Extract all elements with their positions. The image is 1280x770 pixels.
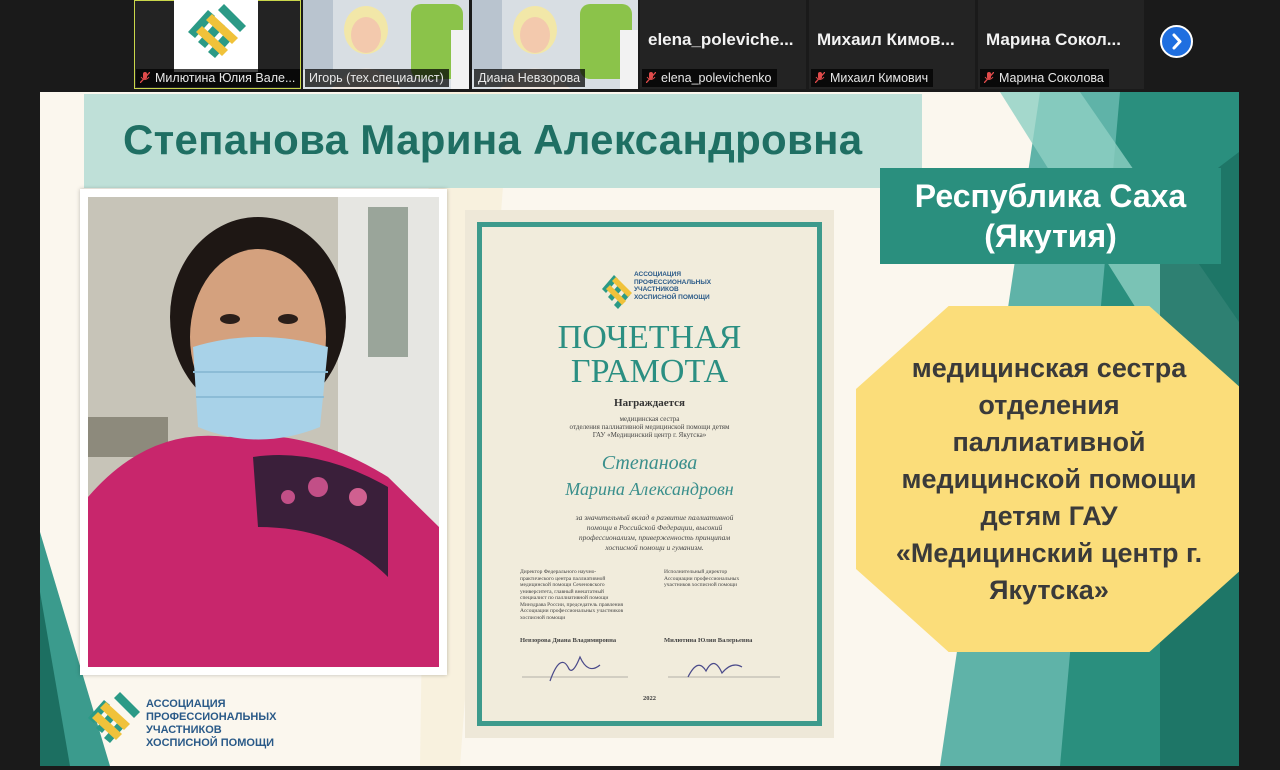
- slide-title: Степанова Марина Александровна: [123, 116, 863, 163]
- participant-name-tag: Марина Соколова: [980, 69, 1109, 87]
- position-text: медицинская сестра отделения паллиативно…: [876, 350, 1222, 609]
- mic-muted-icon: [815, 72, 825, 83]
- certificate-border: АССОЦИАЦИЯ ПРОФЕССИОНАЛЬНЫХ УЧАСТНИКОВ Х…: [477, 222, 822, 726]
- participant-tile-4[interactable]: elena_poleviche... elena_polevichenko: [640, 0, 806, 89]
- honor-certificate: АССОЦИАЦИЯ ПРОФЕССИОНАЛЬНЫХ УЧАСТНИКОВ Х…: [465, 210, 834, 738]
- portrait-photo: [88, 197, 439, 667]
- participant-name-tag: Игорь (тех.специалист): [305, 69, 449, 87]
- participant-name-tag: Милютина Юлия Вале...: [136, 69, 301, 87]
- certificate-right-signer: Милютина Юлия Валерьевна: [664, 637, 753, 644]
- certificate-surname: Степанова: [601, 452, 698, 474]
- participant-tile-1[interactable]: Милютина Юлия Вале...: [134, 0, 301, 89]
- shared-slide: Степанова Марина Александровна Республик…: [40, 92, 1239, 766]
- position-line: медицинской помощи: [901, 464, 1197, 494]
- certificate-year: 2022: [643, 695, 656, 702]
- certificate-title-line-1: ПОЧЕТНАЯ: [557, 319, 742, 356]
- participant-display-name: Михаил Кимов...: [817, 30, 955, 49]
- portrait-photo-frame: [80, 189, 447, 675]
- position-line: паллиативной: [952, 427, 1146, 457]
- certificate-reason: за значительный вклад в развитие паллиат…: [575, 513, 734, 552]
- participant-name-tag: elena_polevichenko: [642, 69, 777, 87]
- association-name: АССОЦИАЦИЯ ПРОФЕССИОНАЛЬНЫХ УЧАСТНИКОВ Х…: [146, 698, 277, 749]
- participant-name-tag: Михаил Кимович: [811, 69, 934, 87]
- region-box: Республика Саха (Якутия): [880, 168, 1221, 264]
- certificate-signatures: [522, 655, 780, 682]
- certificate-given-name: Марина Александровн: [565, 479, 734, 499]
- certificate-title-line-2: ГРАМОТА: [570, 353, 729, 390]
- position-line: отделения: [978, 390, 1120, 420]
- participant-tile-3[interactable]: Диана Невзорова: [472, 0, 638, 89]
- region-line-2: (Якутия): [984, 218, 1117, 254]
- position-line: медицинская сестра: [911, 353, 1187, 383]
- certificate-role: медицинская сестра отделения паллиативно…: [569, 415, 730, 439]
- certificate-association-name: АССОЦИАЦИЯ ПРОФЕССИОНАЛЬНЫХ УЧАСТНИКОВ Х…: [634, 271, 712, 301]
- position-line: детям ГАУ: [980, 501, 1118, 531]
- next-page-button[interactable]: [1160, 25, 1193, 58]
- participant-tile-5[interactable]: Михаил Кимов... Михаил Кимович: [809, 0, 975, 89]
- mic-muted-icon: [646, 72, 656, 83]
- association-logo-icon: [88, 692, 140, 743]
- region-line-1: Республика Саха: [914, 178, 1187, 214]
- participant-tile-6[interactable]: Марина Сокол... Марина Соколова: [978, 0, 1144, 89]
- certificate-awarded: Награждается: [614, 397, 685, 409]
- participant-strip: Милютина Юлия Вале... Игорь (тех.специал…: [0, 0, 1280, 90]
- certificate-left-signatory-title: Директор Федерального научно- практическ…: [520, 569, 624, 621]
- mic-muted-icon: [984, 72, 994, 83]
- certificate-right-signatory-title: Исполнительный директор Ассоциации профе…: [664, 569, 740, 588]
- participant-name-tag: Диана Невзорова: [474, 69, 586, 87]
- position-line: Якутска»: [989, 575, 1109, 605]
- participant-display-name: elena_poleviche...: [648, 30, 794, 49]
- certificate-left-signer: Невзорова Диана Владимировна: [520, 637, 617, 644]
- chevron-right-icon: [1172, 33, 1182, 50]
- participant-logo: [174, 0, 258, 72]
- participant-display-name: Марина Сокол...: [986, 30, 1121, 49]
- participant-tile-2[interactable]: Игорь (тех.специалист): [303, 0, 469, 89]
- position-line: «Медицинский центр г.: [895, 538, 1203, 568]
- mic-muted-icon: [140, 72, 150, 83]
